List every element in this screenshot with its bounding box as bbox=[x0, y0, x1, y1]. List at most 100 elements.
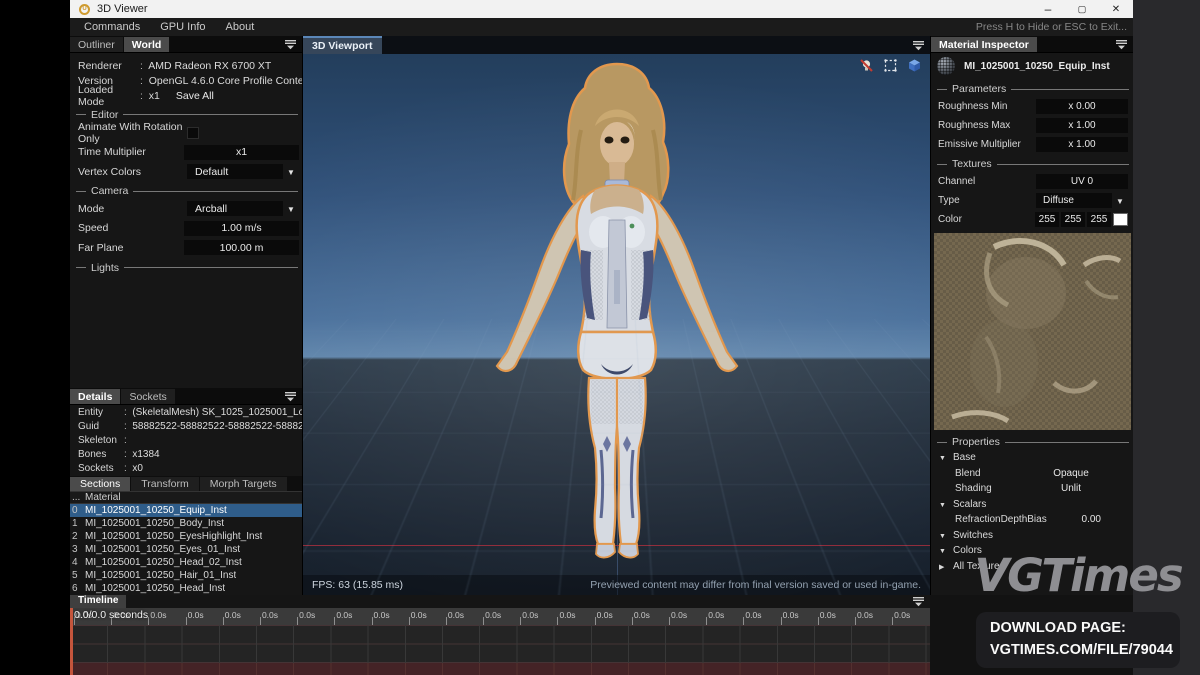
tree-row-blend: Blend Opaque bbox=[931, 466, 1133, 482]
camera-speed-input[interactable]: 1.00 m/s bbox=[184, 221, 299, 236]
timeline-tick: 0.0s bbox=[409, 608, 446, 625]
panel-menu-icon[interactable] bbox=[284, 39, 297, 50]
inspector-material-name: MI_1025001_10250_Equip_Inst bbox=[964, 61, 1110, 72]
material-index: 1 bbox=[72, 518, 81, 529]
material-name: MI_1025001_10250_Equip_Inst bbox=[85, 505, 227, 516]
details-subtab[interactable]: Morph Targets bbox=[200, 477, 287, 491]
color-channel-input[interactable]: 255 bbox=[1087, 212, 1111, 227]
animate-rotation-checkbox[interactable] bbox=[187, 127, 199, 139]
tree-group-base[interactable]: Base bbox=[931, 450, 1133, 466]
time-multiplier-input[interactable]: x1 bbox=[184, 145, 299, 160]
material-index: 5 bbox=[72, 570, 81, 581]
preview-disclaimer: Previewed content may differ from final … bbox=[590, 579, 921, 591]
tree-group-switches[interactable]: Switches bbox=[931, 528, 1133, 544]
color-channel-input[interactable]: 255 bbox=[1061, 212, 1085, 227]
material-index: 2 bbox=[72, 531, 81, 542]
timeline-tick: 0.0s bbox=[297, 608, 334, 625]
material-list-item[interactable]: 0 MI_1025001_10250_Equip_Inst bbox=[70, 504, 302, 517]
character-model[interactable] bbox=[477, 60, 757, 560]
material-list-item[interactable]: 2 MI_1025001_10250_EyesHighlight_Inst bbox=[70, 530, 302, 543]
watermark-download-box: DOWNLOAD PAGE: VGTIMES.COM/FILE/79044 bbox=[976, 612, 1180, 668]
details-tab[interactable]: Sockets bbox=[121, 389, 174, 404]
timeline-tick: 0.0s bbox=[148, 608, 185, 625]
outliner-tabbar: OutlinerWorld bbox=[70, 36, 302, 53]
details-label: Sockets bbox=[78, 463, 124, 474]
menu-bar: CommandsGPU InfoAbout Press H to Hide or… bbox=[70, 18, 1133, 36]
timeline-ruler[interactable]: 0.0/0.0 seconds 0.0s0.0s0.0s0.0s0.0s0.0s… bbox=[70, 608, 930, 625]
textures-section-header: Textures bbox=[937, 157, 1129, 171]
chevron-down-icon[interactable] bbox=[283, 203, 299, 215]
parameter-rows: Roughness Min x 0.00 Roughness Max x 1.0… bbox=[931, 97, 1133, 154]
material-list-item[interactable]: 6 MI_1025001_10250_Head_Inst bbox=[70, 582, 302, 595]
type-dropdown[interactable]: Diffuse bbox=[1036, 193, 1112, 208]
save-all-button[interactable]: Save All bbox=[176, 90, 214, 102]
timeline-tab[interactable]: Timeline bbox=[70, 595, 126, 608]
outliner-panel: OutlinerWorld Renderer AMD Radeon RX 670… bbox=[70, 36, 303, 595]
expand-arrow-icon[interactable] bbox=[939, 530, 953, 541]
expand-arrow-icon[interactable] bbox=[939, 545, 953, 556]
details-tab[interactable]: Details bbox=[70, 389, 120, 404]
cube-icon[interactable] bbox=[907, 58, 922, 73]
parameter-input[interactable]: x 1.00 bbox=[1036, 118, 1128, 133]
window-controls bbox=[1031, 0, 1133, 18]
timeline-tick: 0.0s bbox=[855, 608, 892, 625]
parameter-input[interactable]: x 1.00 bbox=[1036, 137, 1128, 152]
panel-menu-icon[interactable] bbox=[1115, 39, 1128, 50]
inspector-tab[interactable]: Material Inspector bbox=[931, 37, 1037, 52]
light-disabled-icon[interactable] bbox=[859, 58, 874, 73]
color-channel-input[interactable]: 255 bbox=[1035, 212, 1059, 227]
details-label: Guid bbox=[78, 421, 124, 432]
camera-speed-row: Speed 1.00 m/s bbox=[70, 219, 302, 238]
panel-menu-icon[interactable] bbox=[284, 391, 297, 402]
vertex-colors-dropdown[interactable]: Default bbox=[187, 164, 283, 179]
tree-group-scalars[interactable]: Scalars bbox=[931, 497, 1133, 513]
timeline-tick: 0.0s bbox=[520, 608, 557, 625]
viewport-canvas[interactable]: FPS: 63 (15.85 ms) Previewed content may… bbox=[303, 54, 930, 595]
minimize-button[interactable] bbox=[1031, 0, 1065, 18]
material-index: 6 bbox=[72, 583, 81, 594]
maximize-button[interactable] bbox=[1065, 0, 1099, 18]
timeline-tick: 0.0s bbox=[595, 608, 632, 625]
menu-item[interactable]: About bbox=[216, 19, 265, 35]
info-value: AMD Radeon RX 6700 XT bbox=[140, 60, 271, 72]
marquee-select-icon[interactable] bbox=[883, 58, 898, 73]
material-name: MI_1025001_10250_Head_02_Inst bbox=[85, 557, 242, 568]
channel-value[interactable]: UV 0 bbox=[1036, 174, 1128, 189]
texture-preview bbox=[934, 233, 1131, 430]
timeline-grid[interactable] bbox=[70, 625, 930, 663]
outliner-tab[interactable]: World bbox=[124, 37, 170, 52]
material-index-header: ... bbox=[72, 492, 81, 503]
viewport-tab[interactable]: 3D Viewport bbox=[303, 36, 382, 54]
timeline-tick: 0.0s bbox=[372, 608, 409, 625]
timeline-tick: 0.0s bbox=[260, 608, 297, 625]
parameter-input[interactable]: x 0.00 bbox=[1036, 99, 1128, 114]
details-subtab[interactable]: Transform bbox=[131, 477, 198, 491]
outliner-tab[interactable]: Outliner bbox=[70, 37, 123, 52]
details-value bbox=[124, 435, 132, 446]
watermark-line2: VGTIMES.COM/FILE/79044 bbox=[990, 640, 1180, 662]
material-list-item[interactable]: 3 MI_1025001_10250_Eyes_01_Inst bbox=[70, 543, 302, 556]
material-list-item[interactable]: 1 MI_1025001_10250_Body_Inst bbox=[70, 517, 302, 530]
timeline-tick: 0.0s bbox=[483, 608, 520, 625]
menu-items: CommandsGPU InfoAbout bbox=[74, 19, 264, 35]
menu-item[interactable]: GPU Info bbox=[150, 19, 215, 35]
panel-menu-icon[interactable] bbox=[912, 596, 925, 607]
menu-item[interactable]: Commands bbox=[74, 19, 150, 35]
expand-arrow-icon[interactable] bbox=[939, 452, 953, 463]
chevron-down-icon[interactable] bbox=[283, 166, 299, 178]
far-plane-label: Far Plane bbox=[78, 242, 184, 254]
close-button[interactable] bbox=[1099, 0, 1133, 18]
far-plane-input[interactable]: 100.00 m bbox=[184, 240, 299, 255]
collapse-arrow-icon[interactable] bbox=[939, 561, 953, 572]
expand-arrow-icon[interactable] bbox=[939, 499, 953, 510]
timeline-playhead[interactable] bbox=[70, 608, 73, 675]
material-list-item[interactable]: 5 MI_1025001_10250_Hair_01_Inst bbox=[70, 569, 302, 582]
camera-mode-dropdown[interactable]: Arcball bbox=[187, 201, 283, 216]
panel-menu-icon[interactable] bbox=[912, 40, 925, 51]
color-swatch[interactable] bbox=[1113, 213, 1128, 226]
animate-rotation-label: Animate With Rotation Only bbox=[78, 121, 187, 145]
chevron-down-icon[interactable] bbox=[1112, 195, 1128, 207]
details-subtab[interactable]: Sections bbox=[70, 477, 130, 491]
title-bar: 3D Viewer bbox=[70, 0, 1133, 18]
material-list-item[interactable]: 4 MI_1025001_10250_Head_02_Inst bbox=[70, 556, 302, 569]
